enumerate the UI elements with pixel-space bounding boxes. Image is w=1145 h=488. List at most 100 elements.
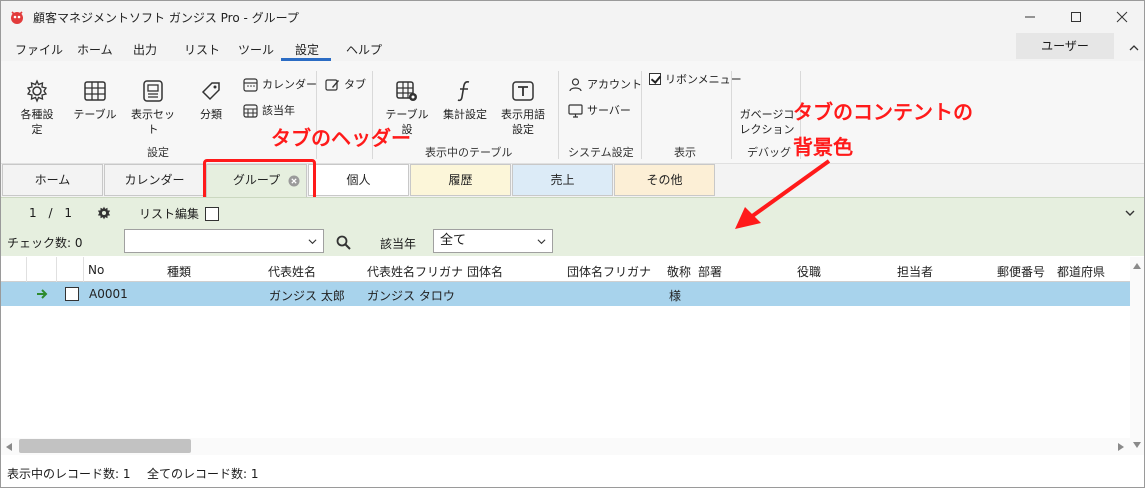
garbage-collection-label: ガベージコ レクション xyxy=(739,108,795,136)
various-settings-label: 各種設 定 xyxy=(20,108,54,136)
chevron-up-icon[interactable] xyxy=(1129,43,1139,53)
tab-other[interactable]: その他 xyxy=(614,164,715,196)
display-set-icon xyxy=(143,80,163,102)
menu-file[interactable]: ファイル xyxy=(15,41,63,58)
tab-individual[interactable]: 個人 xyxy=(308,164,409,196)
aggregate-settings-button[interactable]: 集計設定 xyxy=(439,79,491,122)
tab-sales[interactable]: 売上 xyxy=(512,164,613,196)
server-button[interactable]: サーバー xyxy=(568,101,631,119)
display-terms-button[interactable]: 表示用語 設定 xyxy=(497,79,549,137)
cell-rep-kana: ガンジス タロウ xyxy=(367,289,455,303)
year-select[interactable]: 全て xyxy=(433,229,553,253)
status-bar: 表示中のレコード数: 1 全てのレコード数: 1 xyxy=(1,456,1144,487)
table-button[interactable]: テーブル xyxy=(73,79,117,122)
current-year-label: 該当年 xyxy=(262,104,295,117)
aggregate-settings-label: 集計設定 xyxy=(443,108,487,121)
menu-home[interactable]: ホーム xyxy=(77,41,113,58)
column-divider xyxy=(56,257,57,282)
garbage-collection-button[interactable]: ガベージコ レクション xyxy=(739,107,795,137)
menu-list[interactable]: リスト xyxy=(184,41,220,58)
vertical-scrollbar[interactable] xyxy=(1130,257,1144,455)
system-group-label: システム設定 xyxy=(568,146,634,159)
window-title: 顧客マネジメントソフト ガンジス Pro - グループ xyxy=(33,11,299,25)
tab-home[interactable]: ホーム xyxy=(2,164,103,196)
row-checkbox[interactable] xyxy=(65,287,79,301)
menu-tool[interactable]: ツール xyxy=(238,41,274,58)
column-header-department[interactable]: 部署 xyxy=(698,263,722,280)
list-edit-checkbox[interactable] xyxy=(205,206,220,221)
category-button[interactable]: 分類 xyxy=(189,79,233,122)
search-icon[interactable] xyxy=(336,235,351,250)
tab-history[interactable]: 履歴 xyxy=(410,164,511,196)
minimize-button[interactable] xyxy=(1007,1,1053,33)
close-icon xyxy=(1116,11,1128,23)
scroll-up-icon[interactable] xyxy=(1133,263,1141,269)
column-header-rep-name[interactable]: 代表姓名 xyxy=(268,263,316,280)
search-input[interactable] xyxy=(124,229,324,253)
column-header-org-kana[interactable]: 団体名フリガナ xyxy=(567,263,651,280)
gear-icon[interactable] xyxy=(97,206,111,220)
menu-bar: ファイル ホーム 出力 リスト ツール 設定 ヘルプ xyxy=(1,33,1144,61)
chevron-down-icon xyxy=(308,239,317,245)
scroll-right-icon[interactable] xyxy=(1118,443,1124,451)
tab-settings-button[interactable]: タブ xyxy=(325,75,366,93)
monitor-icon xyxy=(568,103,583,118)
account-button[interactable]: アカウント xyxy=(568,75,642,93)
list-edit-label: リスト編集 xyxy=(139,207,200,221)
arrow-right-icon xyxy=(37,289,48,299)
list-edit-toggle[interactable]: リスト編集 xyxy=(139,205,220,222)
tab-settings-label: タブ xyxy=(344,78,366,91)
function-icon xyxy=(457,81,470,102)
horizontal-scroll-thumb[interactable] xyxy=(19,439,191,453)
column-header-type[interactable]: 種類 xyxy=(167,263,191,280)
column-header-rep-kana[interactable]: 代表姓名フリガナ xyxy=(367,263,463,280)
column-header-prefecture[interactable]: 都道府県 xyxy=(1057,263,1105,280)
year-label: 該当年 xyxy=(380,237,417,251)
display-set-label: 表示セッ ト xyxy=(131,108,175,136)
column-header-honorific[interactable]: 敬称 xyxy=(667,263,691,280)
menu-output[interactable]: 出力 xyxy=(133,41,157,58)
record-grid: No 種類 代表姓名 代表姓名フリガナ 団体名 団体名フリガナ 敬称 部署 役職… xyxy=(1,257,1130,438)
table-row[interactable]: A0001 ガンジス 太郎 ガンジス タロウ 様 xyxy=(1,282,1130,306)
calendar-icon xyxy=(243,77,258,92)
menu-help[interactable]: ヘルプ xyxy=(346,41,382,58)
current-year-button[interactable]: 該当年 xyxy=(243,101,295,119)
column-header-org-name[interactable]: 団体名 xyxy=(467,263,503,280)
maximize-button[interactable] xyxy=(1053,1,1099,33)
scroll-down-icon[interactable] xyxy=(1133,442,1141,448)
menu-settings[interactable]: 設定 xyxy=(295,41,319,58)
tab-label: 履歴 xyxy=(448,173,473,187)
scroll-left-icon[interactable] xyxy=(6,443,12,451)
column-header-staff[interactable]: 担当者 xyxy=(897,263,933,280)
tab-edit-icon xyxy=(325,78,339,91)
various-settings-button[interactable]: 各種設 定 xyxy=(15,79,59,137)
column-header-no[interactable]: No xyxy=(88,263,104,277)
close-button[interactable] xyxy=(1099,1,1144,33)
ribbon-menu-checkbox[interactable] xyxy=(649,73,661,85)
tab-calendar[interactable]: カレンダー xyxy=(104,164,205,196)
cell-no: A0001 xyxy=(89,287,128,301)
annotation-tab-header: タブのヘッダー xyxy=(271,126,411,150)
page-indicator: 1 / 1 xyxy=(29,206,72,220)
ribbon-menu-toggle[interactable]: リボンメニュー xyxy=(649,70,742,88)
app-window: 顧客マネジメントソフト ガンジス Pro - グループ ファイル ホーム 出力 … xyxy=(0,0,1145,488)
tab-label: カレンダー xyxy=(124,173,185,187)
user-button[interactable]: ユーザー xyxy=(1016,33,1114,59)
column-header-position[interactable]: 役職 xyxy=(797,263,821,280)
chevron-down-icon xyxy=(537,239,546,245)
column-header-postal[interactable]: 郵便番号 xyxy=(997,263,1045,280)
tag-icon xyxy=(201,82,220,101)
annotation-highlight-box xyxy=(203,159,316,202)
table-gear-icon xyxy=(396,81,417,101)
app-logo-icon xyxy=(11,11,23,24)
table-icon xyxy=(84,81,106,101)
shown-record-count: 表示中のレコード数: 1 xyxy=(7,467,131,481)
horizontal-scrollbar[interactable] xyxy=(1,438,1130,455)
calendar-button[interactable]: カレンダー xyxy=(243,75,317,93)
gear-icon xyxy=(26,79,48,103)
category-label: 分類 xyxy=(200,108,222,121)
chevron-down-icon[interactable] xyxy=(1125,208,1135,218)
display-set-button[interactable]: 表示セッ ト xyxy=(127,79,179,137)
page-separator: / xyxy=(48,206,53,220)
settings-group-label: 設定 xyxy=(147,146,169,159)
